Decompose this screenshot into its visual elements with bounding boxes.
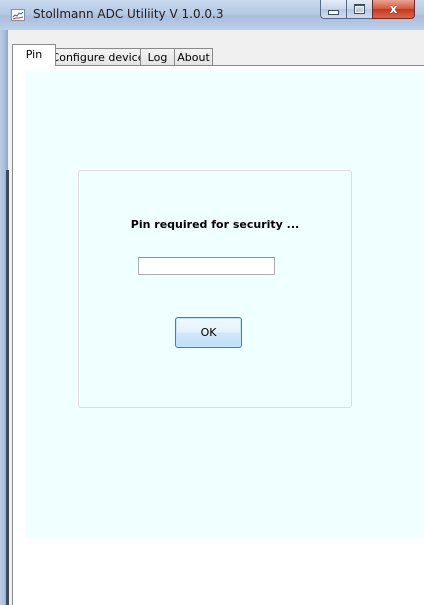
tab-configure-device[interactable]: Configure device [52,48,144,66]
minimize-icon [328,9,339,15]
tab-pin[interactable]: Pin [12,44,56,66]
pin-prompt-label: Pin required for security ... [130,218,300,231]
tab-strip: Pin Configure device Log About [12,44,213,66]
ok-button[interactable]: OK [175,317,242,348]
pin-input[interactable] [138,257,275,275]
minimize-button[interactable] [320,0,346,19]
caption-buttons: x [320,0,415,19]
window-frame-shadow [6,170,9,605]
pin-tab-page: Pin required for security ... OK [12,65,424,605]
maximize-button[interactable] [346,0,372,19]
close-button[interactable]: x [372,0,415,19]
tab-about[interactable]: About [174,48,213,66]
close-icon: x [389,2,398,16]
tab-log[interactable]: Log [140,48,175,66]
window-title: Stollmann ADC Utiliity V 1.0.0.3 [33,7,224,21]
maximize-icon [354,4,365,14]
app-window: Stollmann ADC Utiliity V 1.0.0.3 x Pin C… [0,0,424,605]
app-icon[interactable] [11,9,25,21]
pin-group-box: Pin required for security ... OK [78,170,352,408]
pin-panel: Pin required for security ... OK [25,71,424,537]
title-bar[interactable]: Stollmann ADC Utiliity V 1.0.0.3 x [0,0,424,30]
